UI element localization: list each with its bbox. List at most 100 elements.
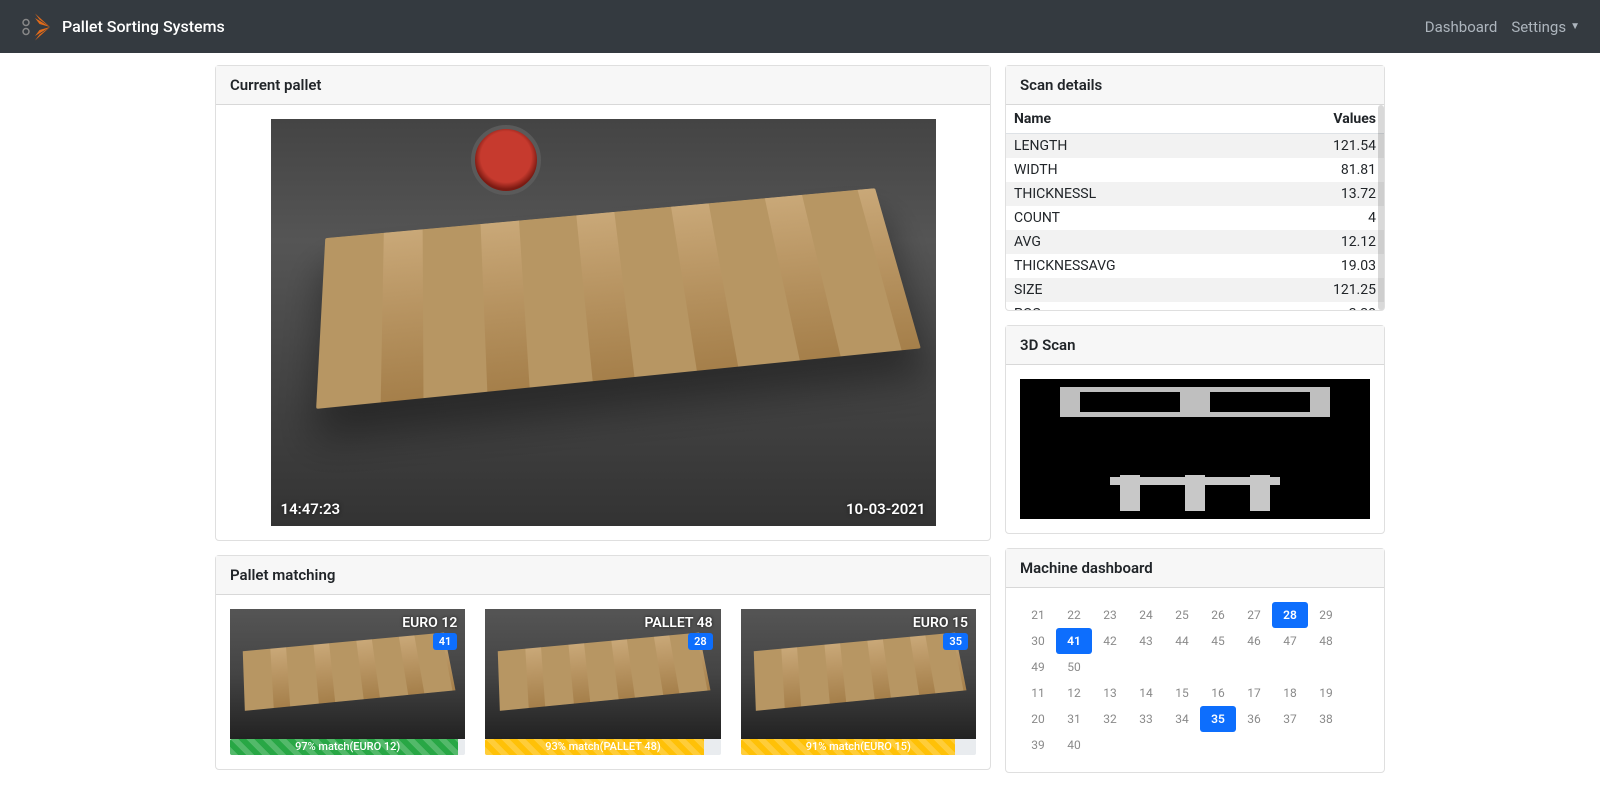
dashboard-cell[interactable]: 41 [1056,628,1092,654]
match-image: PALLET 48 28 [485,609,720,739]
table-row: AVG12.12 [1006,230,1384,254]
dashboard-cell[interactable]: 38 [1308,706,1344,732]
scan-row-name: THICKNESSL [1006,182,1258,206]
dashboard-cell[interactable]: 46 [1236,628,1272,654]
scrollbar[interactable] [1378,105,1384,310]
scan-row-value: -3.28 [1258,302,1384,310]
dashboard-cell[interactable]: 48 [1308,628,1344,654]
match-image: EURO 1535 [741,609,976,739]
scan-row-name: POS [1006,302,1258,310]
table-row: THICKNESSAVG19.03 [1006,254,1384,278]
match-name: PALLET 48 [645,615,713,631]
match-progress-label: 91% match(EURO 15) [806,740,911,753]
dashboard-cell[interactable]: 24 [1128,602,1164,628]
dashboard-cell[interactable]: 42 [1092,628,1128,654]
scan-row-value: 81.81 [1258,158,1384,182]
scan-row-value: 13.72 [1258,182,1384,206]
dashboard-cell[interactable]: 50 [1056,654,1092,680]
scan-col-values: Values [1258,105,1384,134]
dashboard-cell[interactable]: 11 [1020,680,1056,706]
dashboard-cell[interactable]: 32 [1092,706,1128,732]
dashboard-cell[interactable]: 16 [1200,680,1236,706]
dashboard-cell[interactable]: 15 [1164,680,1200,706]
match-name: EURO 12 [402,615,457,631]
match-progress: 97% match(EURO 12) [230,739,465,755]
table-row: THICKNESSL13.72 [1006,182,1384,206]
dashboard-cell[interactable]: 12 [1056,680,1092,706]
dashboard-cell[interactable]: 28 [1272,602,1308,628]
dashboard-cell[interactable]: 33 [1128,706,1164,732]
dashboard-cell[interactable]: 27 [1236,602,1272,628]
match-name: EURO 15 [913,615,968,631]
nav-link-settings-label: Settings [1511,18,1566,36]
dashboard-cell[interactable]: 36 [1236,706,1272,732]
nav-link-dashboard[interactable]: Dashboard [1425,18,1498,36]
chevron-down-icon: ▼ [1570,21,1580,32]
dashboard-cell[interactable]: 31 [1056,706,1092,732]
card-current-pallet: Current pallet 14:47:23 10-03-2021 [215,65,991,541]
nav-link-settings[interactable]: Settings ▼ [1511,18,1580,36]
dashboard-cell[interactable]: 18 [1272,680,1308,706]
scan-details-table: Name Values LENGTH121.54WIDTH81.81THICKN… [1006,105,1384,310]
card-scan-details: Scan details Name Values LENGTH121.54WID… [1005,65,1385,311]
dashboard-cell[interactable]: 25 [1164,602,1200,628]
match-badge: 28 [688,633,713,650]
dashboard-cell[interactable]: 34 [1164,706,1200,732]
scan-row-name: WIDTH [1006,158,1258,182]
table-row: POS-3.28 [1006,302,1384,310]
dashboard-cell[interactable]: 23 [1092,602,1128,628]
match-progress: 93% match(PALLET 48) [485,739,720,755]
card-header-scan-details: Scan details [1006,66,1384,105]
brand-title: Pallet Sorting Systems [62,17,225,36]
card-machine-dashboard: Machine dashboard 212223242526272829 3041… [1005,548,1385,773]
dashboard-cell[interactable]: 26 [1200,602,1236,628]
match-card[interactable]: EURO 153591% match(EURO 15) [741,609,976,755]
match-progress-label: 97% match(EURO 12) [295,740,400,753]
match-image: EURO 12 41 [230,609,465,739]
dashboard-cell[interactable]: 19 [1308,680,1344,706]
scan3d-image [1020,379,1370,519]
dashboard-cell[interactable]: 37 [1272,706,1308,732]
match-progress: 91% match(EURO 15) [741,739,976,755]
card-pallet-matching: Pallet matching EURO 12 41 97% match(EURO … [215,555,991,770]
current-pallet-date: 10-03-2021 [846,500,926,518]
dashboard-cell[interactable]: 45 [1200,628,1236,654]
scan-row-name: THICKNESSAVG [1006,254,1258,278]
dashboard-cell[interactable]: 43 [1128,628,1164,654]
dashboard-cell[interactable]: 14 [1128,680,1164,706]
brand-logo-icon [20,12,50,42]
dashboard-cell[interactable]: 17 [1236,680,1272,706]
scan-row-value: 19.03 [1258,254,1384,278]
scan-row-name: AVG [1006,230,1258,254]
scan-row-value: 121.54 [1258,134,1384,159]
dashboard-cell[interactable]: 39 [1020,732,1056,758]
dashboard-row-1: 212223242526272829 304142434445464748 4950 [1020,602,1370,680]
scan-row-value: 4 [1258,206,1384,230]
dashboard-cell[interactable]: 13 [1092,680,1128,706]
match-card[interactable]: EURO 12 41 97% match(EURO 12) [230,609,465,755]
scan-row-name: LENGTH [1006,134,1258,159]
dashboard-cell[interactable]: 44 [1164,628,1200,654]
card-header-matching: Pallet matching [216,556,990,595]
card-header-current-pallet: Current pallet [216,66,990,105]
current-pallet-image [271,119,936,526]
card-header-machine-dashboard: Machine dashboard [1006,549,1384,588]
dashboard-cell[interactable]: 21 [1020,602,1056,628]
scan-details-scroll[interactable]: Name Values LENGTH121.54WIDTH81.81THICKN… [1006,105,1384,310]
match-badge: 41 [433,633,458,650]
dashboard-cell[interactable]: 49 [1020,654,1056,680]
dashboard-cell[interactable]: 40 [1056,732,1092,758]
dashboard-cell[interactable]: 22 [1056,602,1092,628]
current-pallet-time: 14:47:23 [281,500,341,518]
dashboard-cell[interactable]: 30 [1020,628,1056,654]
scan-row-value: 12.12 [1258,230,1384,254]
dashboard-cell[interactable]: 47 [1272,628,1308,654]
dashboard-cell[interactable]: 35 [1200,706,1236,732]
card-3d-scan: 3D Scan [1005,325,1385,534]
dashboard-cell[interactable]: 29 [1308,602,1344,628]
match-card[interactable]: PALLET 48 28 93% match(PALLET 48) [485,609,720,755]
table-row: COUNT4 [1006,206,1384,230]
scan-row-value: 121.25 [1258,278,1384,302]
dashboard-cell[interactable]: 20 [1020,706,1056,732]
table-row: LENGTH121.54 [1006,134,1384,159]
